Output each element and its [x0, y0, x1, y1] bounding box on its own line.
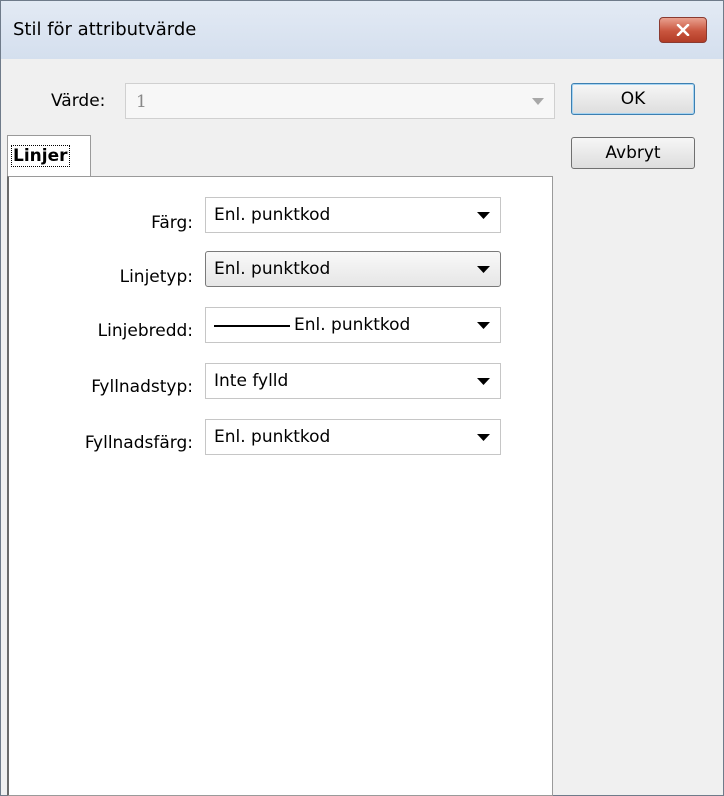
chevron-down-icon — [532, 98, 544, 105]
linewidth-dropdown[interactable]: Enl. punktkod — [205, 307, 501, 343]
value-input-text: 1 — [136, 92, 147, 112]
filltype-value: Inte fylld — [214, 371, 289, 391]
ok-button[interactable]: OK — [571, 83, 695, 115]
window-title: Stil för attributvärde — [13, 19, 197, 40]
linetype-value: Enl. punktkod — [214, 259, 331, 279]
linewidth-value: Enl. punktkod — [294, 315, 411, 335]
filltype-dropdown[interactable]: Inte fylld — [205, 363, 501, 399]
color-value: Enl. punktkod — [214, 205, 331, 225]
linetype-label: Linjetyp: — [119, 267, 193, 287]
filltype-label: Fyllnadstyp: — [91, 377, 193, 397]
tab-linjer-label: Linjer — [11, 145, 70, 167]
fillcolor-value: Enl. punktkod — [214, 427, 331, 447]
chevron-down-icon — [477, 434, 490, 441]
title-bar: Stil för attributvärde — [1, 1, 723, 59]
linetype-dropdown[interactable]: Enl. punktkod — [205, 251, 501, 287]
cancel-button[interactable]: Avbryt — [571, 137, 695, 169]
value-label: Värde: — [51, 91, 106, 111]
chevron-down-icon — [477, 266, 490, 273]
tab-linjer[interactable]: Linjer — [7, 135, 91, 177]
chevron-down-icon — [477, 322, 490, 329]
value-combobox[interactable]: 1 — [125, 83, 555, 119]
close-button[interactable] — [659, 17, 707, 43]
fillcolor-label: Fyllnadsfärg: — [84, 433, 193, 453]
color-dropdown[interactable]: Enl. punktkod — [205, 197, 501, 233]
chevron-down-icon — [477, 378, 490, 385]
chevron-down-icon — [477, 212, 490, 219]
fillcolor-dropdown[interactable]: Enl. punktkod — [205, 419, 501, 455]
line-sample — [214, 325, 290, 327]
linewidth-label: Linjebredd: — [97, 321, 193, 341]
color-label: Färg: — [151, 213, 193, 233]
dialog-window: Stil för attributvärde Värde: 1 OK Avbry… — [0, 0, 724, 796]
close-icon — [676, 24, 690, 36]
